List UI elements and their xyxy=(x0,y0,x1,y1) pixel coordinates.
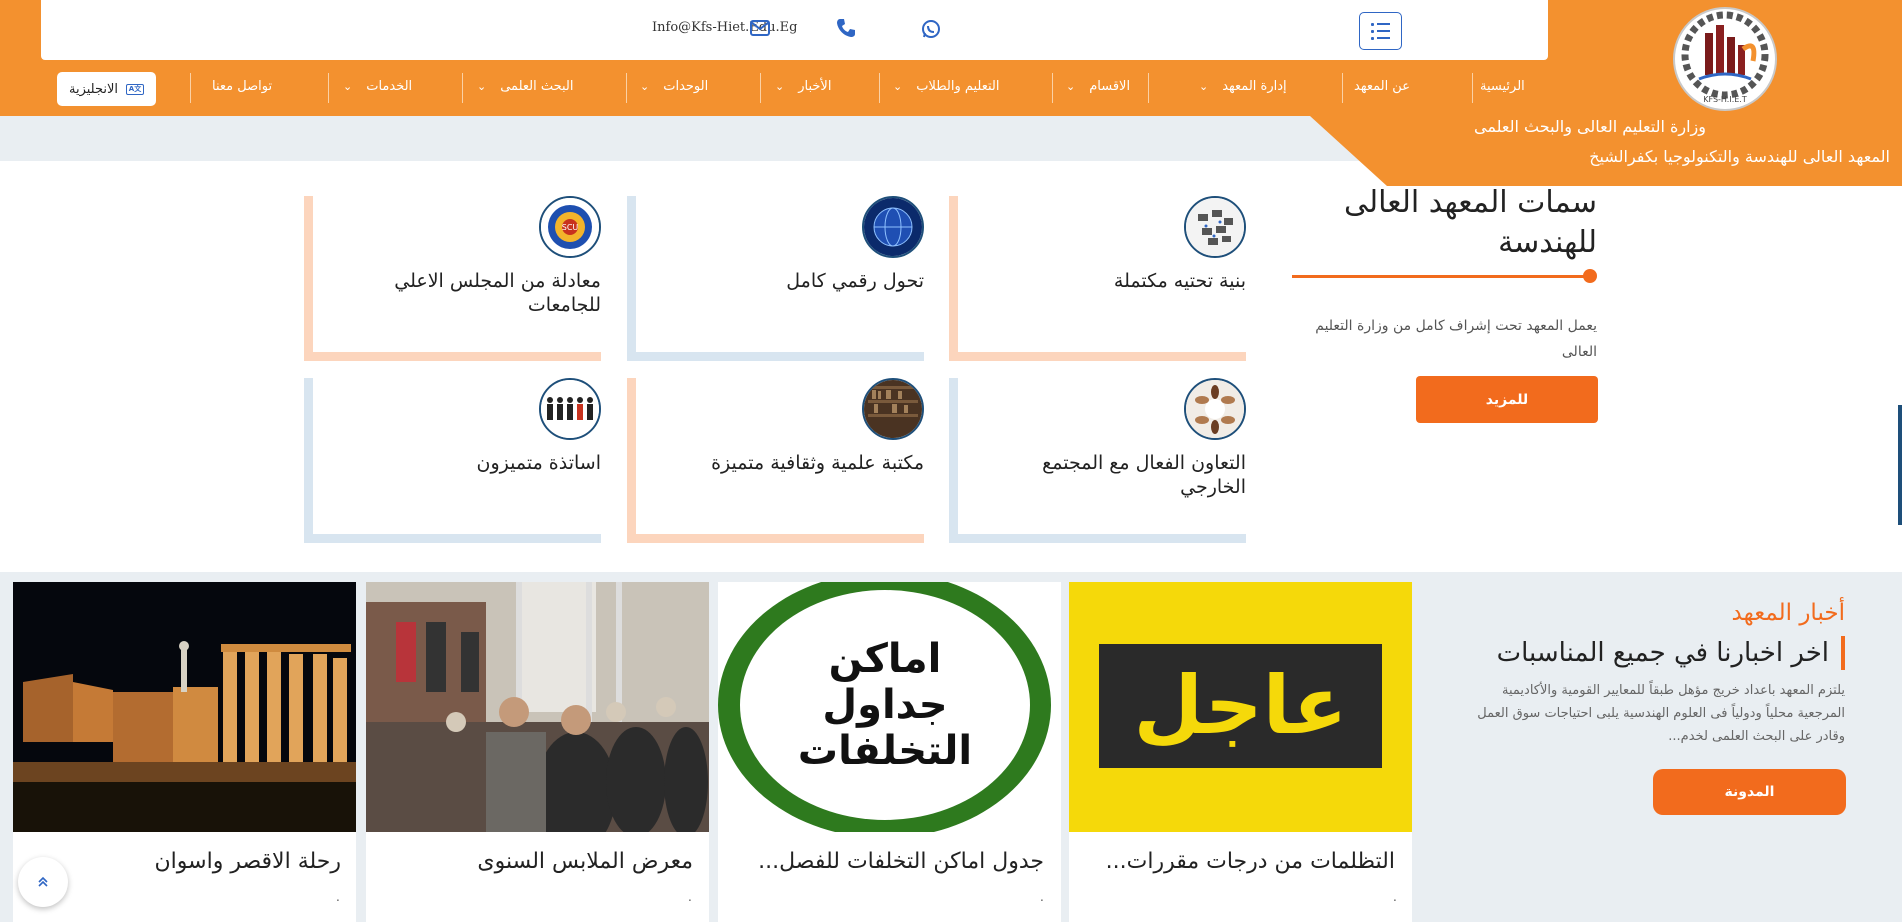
whatsapp-icon[interactable] xyxy=(921,19,941,39)
feature-card[interactable]: SCU معادلة من المجلس الاعلي للجامعات xyxy=(304,196,601,361)
feature-card[interactable]: مكتبة علمية وثقافية متميزة xyxy=(627,378,924,543)
news-title[interactable]: معرض الملابس السنوى xyxy=(477,849,693,874)
chevron-down-icon: ⌄ xyxy=(343,80,353,93)
digital-globe-icon xyxy=(862,196,924,258)
nav-departments[interactable]: الاقسام ⌄ xyxy=(1066,79,1130,94)
chevron-down-icon: ⌄ xyxy=(1199,80,1209,93)
nav-divider xyxy=(1148,73,1149,103)
nav-units[interactable]: الوحدات ⌄ xyxy=(640,79,708,94)
mail-icon[interactable] xyxy=(750,20,770,36)
image-text-line: اماكن xyxy=(828,636,942,682)
double-chevron-up-icon xyxy=(38,876,48,887)
nav-education[interactable]: التعليم والطلاب ⌄ xyxy=(893,79,1000,94)
menu-toggle-icon[interactable] xyxy=(1359,12,1402,50)
news-meta: . xyxy=(336,890,340,904)
news-title[interactable]: رحلة الاقصر واسوان xyxy=(155,849,341,874)
feature-card-label: بنية تحتيه مكتملة xyxy=(1113,270,1246,292)
chevron-down-icon: ⌄ xyxy=(1066,80,1076,93)
nav-administration[interactable]: إدارة المعهد ⌄ xyxy=(1199,79,1287,94)
chevron-down-icon: ⌄ xyxy=(775,80,785,93)
scroll-indicator xyxy=(1898,405,1902,525)
institute-logo[interactable]: KFS-H.I.E.T xyxy=(1673,7,1777,111)
news-image xyxy=(366,582,709,832)
chevron-down-icon: ⌄ xyxy=(893,80,903,93)
news-title[interactable]: جدول اماكن التخلفات للفصل... xyxy=(758,849,1044,874)
language-label: الانجليزية xyxy=(68,81,119,97)
more-button[interactable]: للمزيد xyxy=(1416,376,1598,423)
features-description: يعمل المعهد تحت إشراف كامل من وزارة التع… xyxy=(1315,318,1597,360)
nav-about[interactable]: عن المعهد xyxy=(1354,79,1410,94)
nav-research[interactable]: البحث العلمى ⌄ xyxy=(477,79,574,94)
news-heading: اخر اخبارنا في جميع المناسبات xyxy=(1497,636,1845,670)
library-icon xyxy=(862,378,924,440)
nav-divider xyxy=(1472,73,1473,103)
title-underline xyxy=(1292,275,1587,278)
urgent-label: عاجل xyxy=(1133,659,1348,752)
nav-divider xyxy=(190,73,191,103)
nav-divider xyxy=(879,73,880,103)
nav-divider xyxy=(1342,73,1343,103)
phone-icon[interactable] xyxy=(836,18,856,38)
feature-card[interactable]: التعاون الفعال مع المجتمع الخارجي xyxy=(949,378,1246,543)
contact-bar: Info@Kfs-Hiet.Edu.Eg xyxy=(41,0,1548,60)
servers-icon xyxy=(1184,196,1246,258)
council-seal-icon: SCU xyxy=(539,196,601,258)
scroll-to-top-button[interactable] xyxy=(18,857,68,907)
email-link[interactable]: Info@Kfs-Hiet.Edu.Eg xyxy=(652,20,797,35)
nav-contact[interactable]: تواصل معنا xyxy=(212,79,272,94)
news-meta: . xyxy=(1393,890,1397,904)
feature-card[interactable]: بنية تحتيه مكتملة xyxy=(949,196,1246,361)
nav-divider xyxy=(1052,73,1053,103)
news-image: اماكن جداول التخلفات xyxy=(718,582,1061,832)
language-switch-button[interactable]: الانجليزية A文 xyxy=(57,72,156,106)
feature-card-label: التعاون الفعال مع المجتمع الخارجي xyxy=(1042,452,1246,498)
chevron-down-icon: ⌄ xyxy=(640,80,650,93)
nav-divider xyxy=(462,73,463,103)
feature-card[interactable]: اساتذة متميزون xyxy=(304,378,601,543)
svg-text:SCU: SCU xyxy=(562,223,579,232)
nav-divider xyxy=(328,73,329,103)
feature-card[interactable]: تحول رقمي كامل xyxy=(627,196,924,361)
ministry-name: وزارة التعليم العالى والبحث العلمى xyxy=(1474,117,1706,136)
feature-card-label: تحول رقمي كامل xyxy=(786,270,924,292)
features-title: سمات المعهد العالى للهندسة xyxy=(1343,185,1597,260)
title-underline-dot xyxy=(1583,269,1597,283)
people-icon xyxy=(539,378,601,440)
nav-divider xyxy=(626,73,627,103)
language-icon: A文 xyxy=(126,83,145,95)
nav-divider xyxy=(760,73,761,103)
news-meta: . xyxy=(688,890,692,904)
nav-home[interactable]: الرئيسية xyxy=(1480,79,1525,94)
nav-services[interactable]: الخدمات ⌄ xyxy=(343,79,412,94)
image-text-line: جداول xyxy=(822,682,948,728)
news-title[interactable]: التظلمات من درجات مقررات... xyxy=(1106,849,1395,874)
news-meta: . xyxy=(1040,890,1044,904)
news-description: يلتزم المعهد باعداد خريج مؤهل طبقاً للمع… xyxy=(1477,683,1845,744)
institute-name: المعهد العالى للهندسة والتكنولوجيا بكفرا… xyxy=(1589,147,1890,166)
chevron-down-icon: ⌄ xyxy=(477,80,487,93)
feature-card-label: معادلة من المجلس الاعلي للجامعات xyxy=(394,270,601,316)
feature-card-label: اساتذة متميزون xyxy=(476,452,601,474)
svg-text:KFS-H.I.E.T: KFS-H.I.E.T xyxy=(1703,95,1747,104)
news-image xyxy=(13,582,356,832)
image-text-line: التخلفات xyxy=(797,728,973,774)
nav-news[interactable]: الأخبار ⌄ xyxy=(775,79,831,94)
handshake-icon xyxy=(1184,378,1246,440)
blog-button[interactable]: المدونة xyxy=(1653,769,1846,815)
feature-card-label: مكتبة علمية وثقافية متميزة xyxy=(711,452,924,474)
news-image: عاجل xyxy=(1069,582,1412,832)
news-kicker: أخبار المعهد xyxy=(1731,600,1845,626)
